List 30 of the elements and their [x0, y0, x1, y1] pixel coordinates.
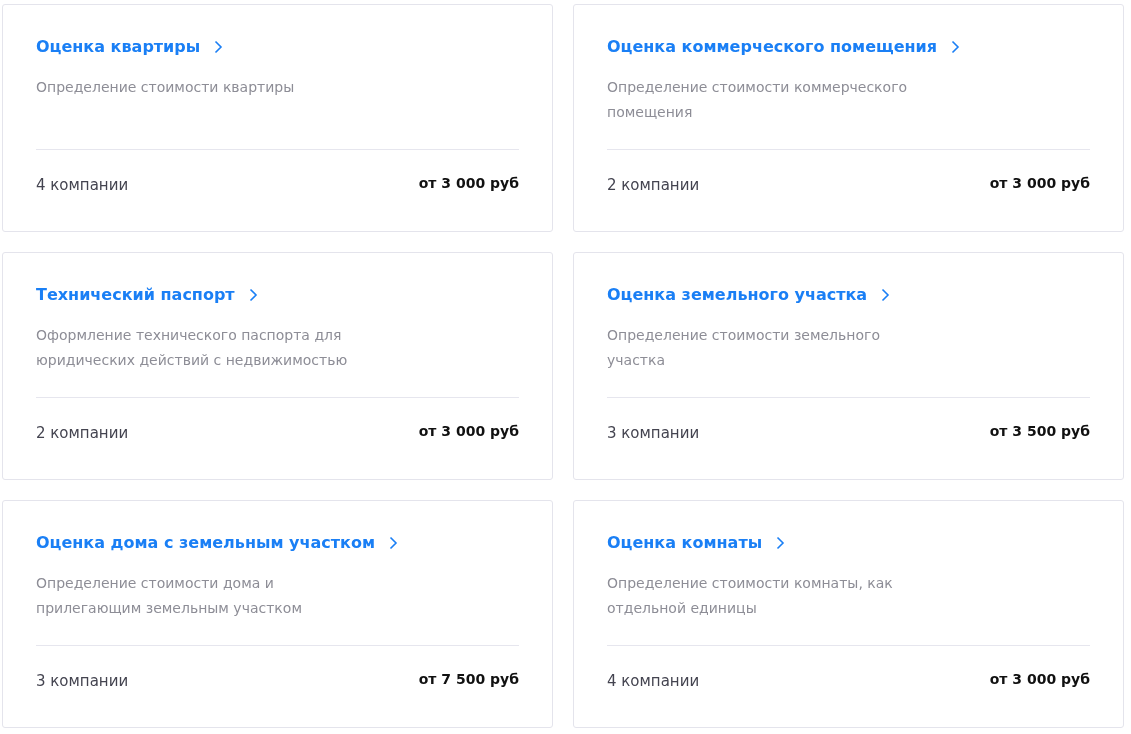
- service-title-link[interactable]: Оценка коммерческого помещения: [607, 36, 961, 58]
- companies-count: 4 компании: [36, 175, 129, 196]
- service-title-link[interactable]: Оценка дома с земельным участком: [36, 532, 398, 554]
- chevron-right-icon: [389, 536, 398, 550]
- companies-count: 4 компании: [607, 671, 700, 692]
- price-label: от 3 500 руб: [989, 422, 1090, 440]
- service-title-link[interactable]: Оценка земельного участка: [607, 284, 891, 306]
- chevron-right-icon: [881, 288, 891, 302]
- chevron-right-icon: [951, 40, 961, 54]
- price-label: от 7 500 руб: [418, 670, 519, 688]
- service-title-link[interactable]: Оценка квартиры: [36, 36, 224, 58]
- service-title-link[interactable]: Технический паспорт: [36, 284, 258, 306]
- chevron-right-icon: [248, 288, 258, 302]
- companies-count: 3 компании: [36, 671, 129, 692]
- companies-count: 2 компании: [607, 175, 700, 196]
- price-label: от 3 000 руб: [989, 670, 1090, 688]
- service-description: Определение стоимости земельного участка: [607, 326, 881, 370]
- companies-count: 2 компании: [36, 423, 129, 444]
- service-description: Определение стоимости дома и прилегающим земельным участком: [36, 574, 303, 618]
- service-description: Определение стоимости комнаты, как отдельной единицы: [607, 574, 894, 618]
- chevron-right-icon: [776, 536, 786, 550]
- price-label: от 3 000 руб: [418, 174, 519, 192]
- service-title-link[interactable]: Оценка комнаты: [607, 532, 786, 554]
- companies-count: 3 компании: [607, 423, 700, 444]
- price-label: от 3 000 руб: [989, 174, 1090, 192]
- chevron-right-icon: [214, 40, 224, 54]
- service-description: Оформление технического паспорта для юридических действий с недвижимостью: [36, 326, 349, 370]
- price-label: от 3 000 руб: [418, 422, 519, 440]
- service-description: Определение стоимости коммерческого помещения: [607, 78, 909, 122]
- service-description: Определение стоимости квартиры: [36, 78, 296, 97]
